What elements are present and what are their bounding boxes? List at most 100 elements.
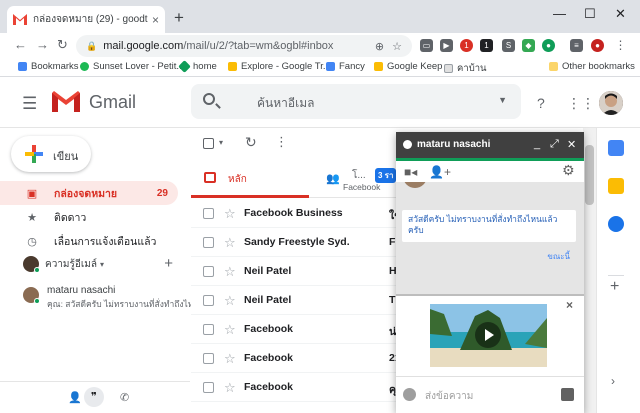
compose-label: เขียน xyxy=(53,151,79,163)
bookmark-item[interactable]: Google Keep xyxy=(374,61,442,72)
select-all-checkbox[interactable] xyxy=(203,138,214,149)
email-subject: คุ xyxy=(389,384,397,396)
play-icon[interactable] xyxy=(475,322,501,348)
side-panel-divider xyxy=(608,275,624,276)
sidebar-item-snoozed[interactable]: ◷ เลื่อนการแจ้งเตือนแล้ว xyxy=(0,229,178,253)
sidebar-item-label: เลื่อนการแจ้งเตือนแล้ว xyxy=(54,235,157,248)
add-addon-icon[interactable]: + xyxy=(610,278,619,296)
row-checkbox[interactable] xyxy=(203,208,214,219)
hangouts-icon[interactable]: ❞ xyxy=(84,387,104,407)
gmail-favicon-icon xyxy=(13,14,27,25)
close-media-icon[interactable]: × xyxy=(566,298,573,312)
tab-primary[interactable]: หลัก xyxy=(191,158,309,198)
address-bar[interactable]: 🔒 mail.google.com/mail/u/2/?tab=wm&ogbl#… xyxy=(76,35,412,57)
extension-red-icon[interactable]: 1 xyxy=(460,39,473,52)
minimize-button[interactable]: — xyxy=(553,6,566,21)
zoom-icon[interactable]: ⊕ xyxy=(375,40,384,53)
close-window-button[interactable]: ✕ xyxy=(615,6,626,22)
mail-search-input[interactable]: ค้นหาอีเมล ▼ xyxy=(191,84,521,119)
star-icon[interactable]: ☆ xyxy=(224,351,236,367)
tab-title: กล่องจดหมาย (29) - goodtipit@gm xyxy=(33,14,148,25)
chevron-down-icon[interactable]: ▾ xyxy=(100,260,104,269)
trends-icon xyxy=(228,62,237,71)
bookmark-star-icon[interactable]: ☆ xyxy=(392,40,402,53)
tasks-icon[interactable] xyxy=(608,216,624,232)
star-icon[interactable]: ☆ xyxy=(224,293,236,309)
hangouts-self-name: ความรู้อีเมล์ xyxy=(45,258,98,270)
other-bookmarks[interactable]: Other bookmarks xyxy=(549,61,635,72)
bookmark-item[interactable]: Explore - Google Tr... xyxy=(228,61,331,72)
row-checkbox[interactable] xyxy=(203,237,214,248)
bookmark-item[interactable]: Bookmarks xyxy=(18,61,79,72)
add-person-icon[interactable]: 👤+ xyxy=(429,165,451,179)
gear-icon[interactable]: ⚙ xyxy=(562,162,575,179)
extension-green-icon[interactable]: ◆ xyxy=(522,39,535,52)
video-call-icon[interactable]: ■◂ xyxy=(404,165,417,179)
search-placeholder: ค้นหาอีเมล xyxy=(257,96,315,110)
popout-chat-icon[interactable]: ⤢ xyxy=(550,138,559,151)
reload-icon[interactable]: ↻ xyxy=(57,37,68,53)
sidebar-item-starred[interactable]: ★ ติดดาว xyxy=(0,205,178,229)
minimize-chat-icon[interactable]: _ xyxy=(534,138,540,150)
row-checkbox[interactable] xyxy=(203,382,214,393)
main-menu-icon[interactable]: ☰ xyxy=(22,94,37,114)
profile-avatar-icon[interactable]: ● xyxy=(591,39,604,52)
refresh-icon[interactable]: ↻ xyxy=(245,134,257,151)
select-dropdown-icon[interactable]: ▾ xyxy=(219,138,223,147)
extension-video-icon[interactable]: ▶ xyxy=(440,39,453,52)
star-icon[interactable]: ☆ xyxy=(224,235,236,251)
account-avatar[interactable] xyxy=(599,91,623,115)
row-checkbox[interactable] xyxy=(203,295,214,306)
calendar-icon[interactable] xyxy=(608,140,624,156)
chevron-right-icon[interactable]: › xyxy=(611,374,615,388)
star-icon[interactable]: ☆ xyxy=(224,206,236,222)
mail-scrollbar-thumb[interactable] xyxy=(585,145,594,205)
star-icon[interactable]: ☆ xyxy=(224,380,236,396)
hangouts-contact[interactable]: mataru nasachi คุณ: สวัสดีครับ ไม่ทราบงา… xyxy=(23,284,192,310)
bookmark-item[interactable]: Sunset Lover - Petit... xyxy=(80,61,184,72)
emoji-icon[interactable] xyxy=(403,388,416,401)
keep-icon[interactable] xyxy=(608,178,624,194)
browser-tab-gmail[interactable]: กล่องจดหมาย (29) - goodtipit@gm × xyxy=(7,6,165,33)
row-checkbox[interactable] xyxy=(203,266,214,277)
image-attach-icon[interactable] xyxy=(561,388,574,401)
bookmarks-star-icon xyxy=(18,62,27,71)
extension-dark-icon[interactable]: 1 xyxy=(480,39,493,52)
reading-list-icon[interactable]: ≡ xyxy=(570,39,583,52)
person-icon[interactable]: 👤 xyxy=(68,391,82,404)
chat-header[interactable]: mataru nasachi _ ⤢ ✕ xyxy=(396,132,584,158)
extension-chat-icon[interactable]: ▭ xyxy=(420,39,433,52)
row-checkbox[interactable] xyxy=(203,353,214,364)
bookmark-item[interactable]: Fancy xyxy=(326,61,365,72)
extension-s-icon[interactable]: S xyxy=(502,39,515,52)
sidebar-item-inbox[interactable]: ▣ กล่องจดหมาย 29 xyxy=(0,181,178,205)
star-icon[interactable]: ☆ xyxy=(224,264,236,280)
compose-button[interactable]: เขียน xyxy=(11,136,91,172)
gmail-logo-icon[interactable] xyxy=(52,91,80,112)
close-chat-icon[interactable]: ✕ xyxy=(567,138,576,151)
forward-arrow-icon[interactable]: → xyxy=(36,37,49,52)
search-icon[interactable] xyxy=(203,93,215,105)
star-icon[interactable]: ☆ xyxy=(224,322,236,338)
maximize-button[interactable]: ☐ xyxy=(584,6,596,22)
more-options-icon[interactable]: ⋮ xyxy=(275,134,288,150)
browser-menu-icon[interactable]: ⋮ xyxy=(614,39,627,52)
contact-avatar xyxy=(23,287,40,304)
bookmark-item[interactable]: คาบ้าน xyxy=(444,61,487,76)
extension-circle-icon[interactable]: ● xyxy=(542,39,555,52)
bookmark-item[interactable]: home xyxy=(178,60,217,73)
spotify-icon xyxy=(80,62,89,71)
chat-message-input[interactable]: ส่งข้อความ xyxy=(425,389,473,404)
gmail-brand[interactable]: Gmail xyxy=(89,92,136,113)
row-checkbox[interactable] xyxy=(203,324,214,335)
new-tab-button[interactable]: + xyxy=(174,9,184,26)
video-thumbnail[interactable] xyxy=(430,304,547,367)
new-conversation-icon[interactable]: + xyxy=(164,255,173,272)
browser-titlebar: กล่องจดหมาย (29) - goodtipit@gm × + — ☐ … xyxy=(0,0,640,33)
hangouts-self[interactable]: ความรู้อีเมล์ ▾ + xyxy=(23,254,183,274)
back-arrow-icon[interactable]: ← xyxy=(14,37,27,52)
help-icon[interactable]: ? xyxy=(537,95,545,111)
tab-close-icon[interactable]: × xyxy=(152,13,159,27)
phone-icon[interactable]: ✆ xyxy=(120,391,129,404)
search-options-icon[interactable]: ▼ xyxy=(498,95,507,105)
